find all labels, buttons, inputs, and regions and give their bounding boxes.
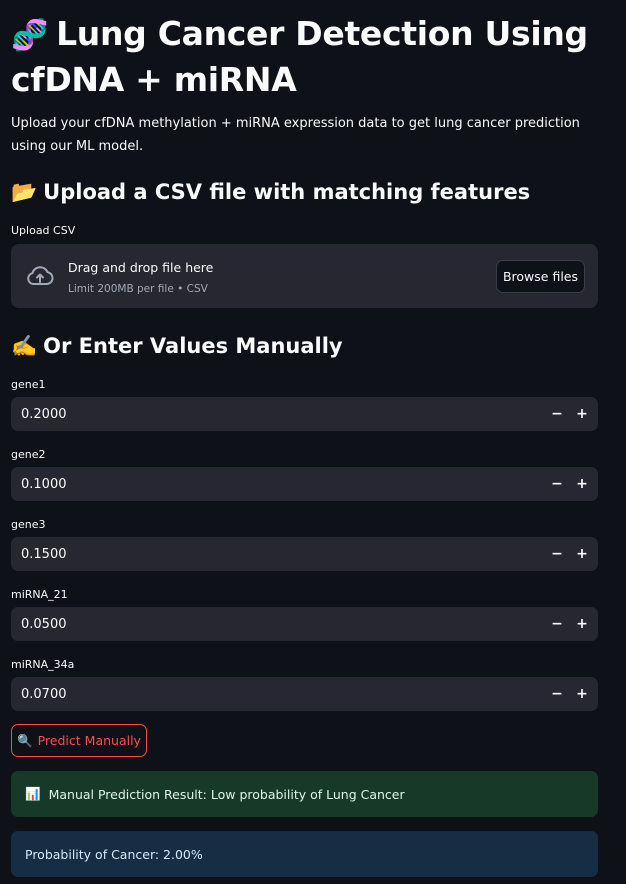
gene2-number-input: − + xyxy=(11,467,598,501)
gene3-label: gene3 xyxy=(11,518,46,531)
probability-text: Probability of Cancer: 2.00% xyxy=(25,846,203,862)
mirna34a-number-input: − + xyxy=(11,677,598,711)
gene3-decrement-button[interactable]: − xyxy=(544,537,570,571)
upload-heading-text: Upload a CSV file with matching features xyxy=(43,180,531,204)
page-title-text: Lung Cancer Detection Using cfDNA + miRN… xyxy=(11,14,588,99)
mirna21-label: miRNA_21 xyxy=(11,588,68,601)
writing-hand-icon: ✍️ xyxy=(11,334,38,358)
gene3-field[interactable] xyxy=(11,537,531,571)
bar-chart-icon: 📊 xyxy=(25,786,41,801)
mirna34a-decrement-button[interactable]: − xyxy=(544,677,570,711)
gene2-decrement-button[interactable]: − xyxy=(544,467,570,501)
mirna21-increment-button[interactable]: + xyxy=(569,607,595,641)
upload-heading: 📂 Upload a CSV file with matching feature… xyxy=(11,177,530,207)
magnifier-icon: 🔍 xyxy=(17,732,33,748)
mirna21-number-input: − + xyxy=(11,607,598,641)
gene2-increment-button[interactable]: + xyxy=(569,467,595,501)
cloud-upload-icon xyxy=(27,266,54,285)
gene1-number-input: − + xyxy=(11,397,598,431)
gene3-number-input: − + xyxy=(11,537,598,571)
prediction-result-alert: 📊 Manual Prediction Result: Low probabil… xyxy=(11,771,598,817)
mirna21-decrement-button[interactable]: − xyxy=(544,607,570,641)
mirna34a-label: miRNA_34a xyxy=(11,658,75,671)
manual-heading-text: Or Enter Values Manually xyxy=(43,334,343,358)
predict-button-label: Predict Manually xyxy=(37,733,141,748)
manual-heading: ✍️ Or Enter Values Manually xyxy=(11,331,343,361)
mirna34a-increment-button[interactable]: + xyxy=(569,677,595,711)
predict-manually-button[interactable]: 🔍 Predict Manually xyxy=(11,724,147,757)
prediction-result-text: Manual Prediction Result: Low probabilit… xyxy=(48,786,405,802)
gene1-field[interactable] xyxy=(11,397,531,431)
mirna21-field[interactable] xyxy=(11,607,531,641)
page-title: 🧬 Lung Cancer Detection Using cfDNA + miR… xyxy=(11,12,598,102)
browse-files-button[interactable]: Browse files xyxy=(496,260,585,293)
gene2-label: gene2 xyxy=(11,448,46,461)
dna-icon: 🧬 xyxy=(11,18,49,53)
dropzone-limit: Limit 200MB per file • CSV xyxy=(68,283,208,295)
gene2-field[interactable] xyxy=(11,467,531,501)
upload-csv-label: Upload CSV xyxy=(11,224,76,237)
gene3-increment-button[interactable]: + xyxy=(569,537,595,571)
mirna34a-field[interactable] xyxy=(11,677,531,711)
file-dropzone[interactable]: Drag and drop file here Limit 200MB per … xyxy=(11,244,598,308)
gene1-increment-button[interactable]: + xyxy=(569,397,595,431)
folder-icon: 📂 xyxy=(11,180,38,204)
page-subtitle: Upload your cfDNA methylation + miRNA ex… xyxy=(11,116,580,154)
probability-alert: Probability of Cancer: 2.00% xyxy=(11,831,598,877)
gene1-label: gene1 xyxy=(11,378,46,391)
dropzone-instructions: Drag and drop file here xyxy=(68,260,214,275)
gene1-decrement-button[interactable]: − xyxy=(544,397,570,431)
